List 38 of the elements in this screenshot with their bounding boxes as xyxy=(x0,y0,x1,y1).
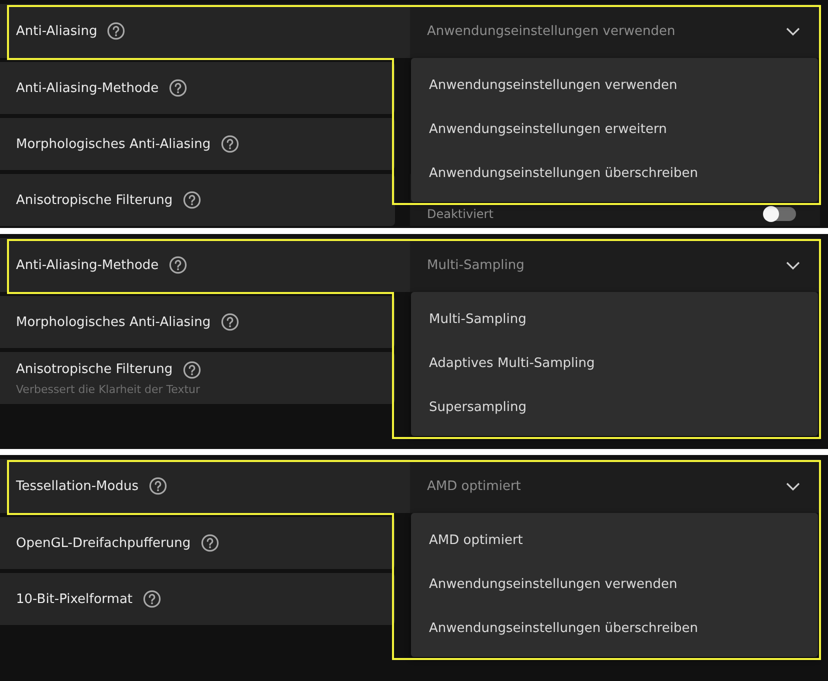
setting-label: 10-Bit-Pixelformat xyxy=(16,592,133,606)
menu-option[interactable]: Anwendungseinstellungen überschreiben xyxy=(411,607,818,651)
toggle-label: Deaktiviert xyxy=(427,207,494,221)
help-icon[interactable] xyxy=(148,477,166,495)
setting-label: Morphologisches Anti-Aliasing xyxy=(16,136,211,152)
help-icon[interactable] xyxy=(200,534,219,552)
menu-option[interactable]: AMD optimiert xyxy=(411,519,818,563)
dropdown[interactable]: Multi-Sampling xyxy=(410,238,820,292)
setting-label: Anti-Aliasing xyxy=(16,24,98,38)
menu-option[interactable]: Adaptives Multi-Sampling xyxy=(411,342,818,386)
dropdown[interactable]: AMD optimiert xyxy=(410,459,820,513)
setting-description: Verbessert die Klarheit der Textur xyxy=(16,382,202,396)
setting-label: OpenGL-Dreifachpufferung xyxy=(16,536,191,550)
menu-option[interactable]: Supersampling xyxy=(411,386,818,430)
help-icon[interactable] xyxy=(182,191,201,209)
setting-label: Tessellation-Modus xyxy=(16,478,138,494)
chevron-icon xyxy=(786,26,800,36)
setting-label: Anti-Aliasing-Methode xyxy=(16,80,159,96)
setting-label: Anisotropische Filterung xyxy=(16,192,173,208)
menu-option[interactable]: Anwendungseinstellungen verwenden xyxy=(411,64,818,108)
help-icon[interactable] xyxy=(168,79,187,97)
dropdown[interactable]: Anwendungseinstellungen verwenden xyxy=(410,4,820,58)
chevron-icon xyxy=(786,482,800,490)
help-icon[interactable] xyxy=(142,590,161,608)
menu-option[interactable]: Anwendungseinstellungen erweitern xyxy=(411,108,818,152)
setting-label: Morphologisches Anti-Aliasing xyxy=(16,314,211,330)
help-icon[interactable] xyxy=(220,313,239,331)
help-icon[interactable] xyxy=(220,135,239,153)
toggle-switch[interactable] xyxy=(764,207,796,221)
help-icon[interactable] xyxy=(182,360,201,378)
chevron-icon xyxy=(786,260,800,270)
menu-option[interactable]: Anwendungseinstellungen überschreiben xyxy=(411,152,818,196)
menu-option[interactable]: Anwendungseinstellungen verwenden xyxy=(411,563,818,607)
help-icon[interactable] xyxy=(168,256,187,274)
menu-option[interactable]: Multi-Sampling xyxy=(411,298,818,342)
setting-label: Anti-Aliasing-Methode xyxy=(16,258,159,272)
setting-label: Anisotropische Filterung xyxy=(16,362,173,377)
help-icon[interactable] xyxy=(107,22,126,40)
